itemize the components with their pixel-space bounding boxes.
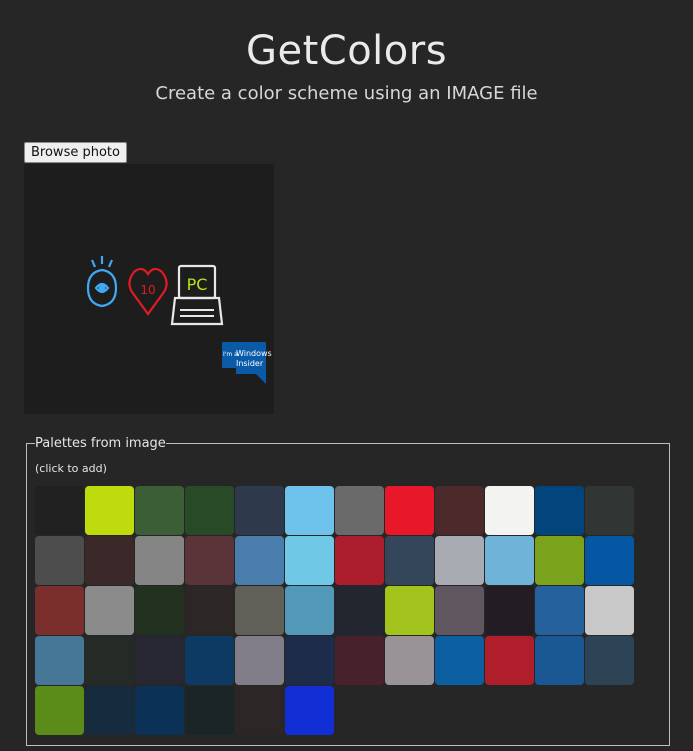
windows-insider-badge: I'm a Windows Insider — [222, 342, 272, 384]
color-swatch[interactable] — [535, 586, 584, 635]
color-swatch[interactable] — [85, 686, 134, 735]
color-swatch[interactable] — [585, 636, 634, 685]
eye-icon — [86, 256, 118, 308]
color-swatch[interactable] — [135, 686, 184, 735]
color-swatch[interactable] — [435, 586, 484, 635]
color-swatch[interactable] — [385, 586, 434, 635]
palettes-hint: (click to add) — [35, 462, 107, 475]
color-swatch[interactable] — [485, 536, 534, 585]
browse-photo-button[interactable]: Browse photo — [24, 142, 127, 163]
color-swatch[interactable] — [535, 536, 584, 585]
color-swatch[interactable] — [335, 636, 384, 685]
color-swatch[interactable] — [235, 536, 284, 585]
color-swatch[interactable] — [285, 486, 334, 535]
color-swatch[interactable] — [385, 636, 434, 685]
color-swatch[interactable] — [185, 636, 234, 685]
color-swatch[interactable] — [85, 536, 134, 585]
color-swatch[interactable] — [35, 486, 84, 535]
color-swatch[interactable] — [535, 636, 584, 685]
color-swatch[interactable] — [585, 536, 634, 585]
color-swatch[interactable] — [435, 636, 484, 685]
palette-swatch-grid — [35, 486, 635, 736]
color-swatch[interactable] — [485, 486, 534, 535]
color-swatch[interactable] — [285, 636, 334, 685]
preview-illustration: 10 PC I'm a Windows Insider — [86, 256, 272, 384]
color-swatch[interactable] — [235, 586, 284, 635]
color-swatch[interactable] — [35, 586, 84, 635]
color-swatch[interactable] — [35, 686, 84, 735]
image-preview: 10 PC I'm a Windows Insider — [24, 164, 274, 414]
pc-icon: PC — [170, 264, 224, 326]
color-swatch[interactable] — [135, 586, 184, 635]
color-swatch[interactable] — [185, 686, 234, 735]
color-swatch[interactable] — [435, 536, 484, 585]
color-swatch[interactable] — [285, 536, 334, 585]
color-swatch[interactable] — [85, 636, 134, 685]
color-swatch[interactable] — [485, 636, 534, 685]
color-swatch[interactable] — [435, 486, 484, 535]
color-swatch[interactable] — [135, 636, 184, 685]
color-swatch[interactable] — [135, 536, 184, 585]
color-swatch[interactable] — [585, 586, 634, 635]
app-title: GetColors — [245, 28, 448, 74]
color-swatch[interactable] — [335, 486, 384, 535]
heart-label: 10 — [140, 283, 155, 297]
color-swatch[interactable] — [285, 586, 334, 635]
color-swatch[interactable] — [85, 486, 134, 535]
color-swatch[interactable] — [335, 586, 384, 635]
color-swatch[interactable] — [535, 486, 584, 535]
pc-label: PC — [187, 275, 208, 294]
color-swatch[interactable] — [35, 536, 84, 585]
badge-line-2: Insider — [236, 359, 264, 368]
badge-line-1: Windows — [236, 349, 272, 358]
color-swatch[interactable] — [35, 636, 84, 685]
color-swatch[interactable] — [185, 486, 234, 535]
color-swatch[interactable] — [235, 686, 284, 735]
color-swatch[interactable] — [335, 536, 384, 585]
color-swatch[interactable] — [385, 536, 434, 585]
color-swatch[interactable] — [235, 486, 284, 535]
color-swatch[interactable] — [485, 586, 534, 635]
color-swatch[interactable] — [285, 686, 334, 735]
color-swatch[interactable] — [235, 636, 284, 685]
heart-icon: 10 — [128, 267, 168, 316]
color-swatch[interactable] — [135, 486, 184, 535]
palettes-legend: Palettes from image — [35, 436, 166, 451]
color-swatch[interactable] — [85, 586, 134, 635]
color-swatch[interactable] — [185, 536, 234, 585]
color-swatch[interactable] — [385, 486, 434, 535]
app-subtitle: Create a color scheme using an IMAGE fil… — [155, 83, 538, 104]
color-swatch[interactable] — [185, 586, 234, 635]
color-swatch[interactable] — [585, 486, 634, 535]
